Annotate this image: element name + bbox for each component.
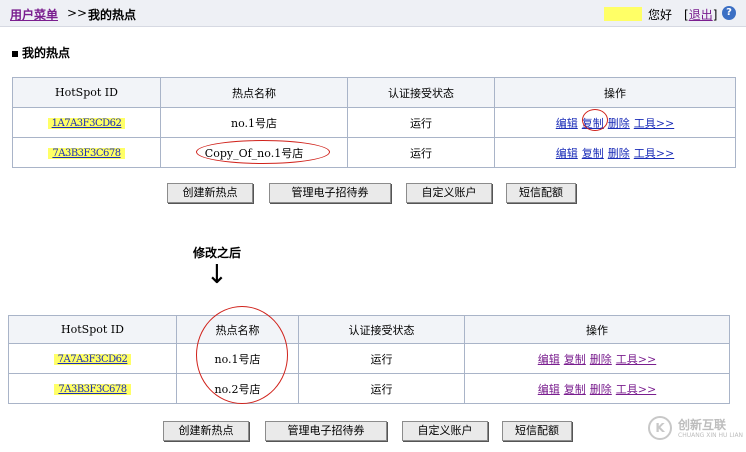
sms-quota-button[interactable]: 短信配额 [502,421,572,441]
username-highlight [604,7,642,21]
table-row: 7A3B3F3C678 Copy_Of_no.1号店 运行 编辑 复制 删除 工具>> [12,137,736,168]
column-header-actions: 操作 [464,315,730,344]
edit-link[interactable]: 编辑 [538,353,560,366]
column-header-status: 认证接受状态 [347,77,495,108]
column-header-id: HotSpot ID [12,77,161,108]
top-bar: 用户菜单 >> 我的热点 您好 [退出] ? [0,0,746,27]
breadcrumb-user-menu-link[interactable]: 用户菜单 [10,6,58,23]
tools-link[interactable]: 工具>> [616,383,656,396]
bullet-square-icon [12,50,18,57]
column-header-actions: 操作 [494,77,736,108]
delete-link[interactable]: 删除 [608,147,630,160]
logout-wrapper: [退出] [684,8,718,22]
edit-link[interactable]: 编辑 [556,117,578,130]
watermark-text: 创新互联 [678,418,727,432]
row-actions: 编辑 复制 删除 工具>> [464,343,730,374]
tools-link[interactable]: 工具>> [634,147,674,160]
breadcrumb-separator: >> [67,6,88,20]
edit-link[interactable]: 编辑 [556,147,578,160]
logout-link[interactable]: 退出 [689,8,713,22]
edit-link[interactable]: 编辑 [538,383,560,396]
custom-accounts-button[interactable]: 自定义账户 [406,183,492,203]
watermark: K 创新互联 CHUANG XIN HU LIAN [648,410,744,448]
row-actions: 编辑 复制 删除 工具>> [494,107,736,138]
greeting-text: 您好 [648,8,673,22]
row-actions: 编辑 复制 删除 工具>> [494,137,736,168]
copy-link-annotation-circle [582,109,608,131]
hotspot-name: no.1号店 [160,107,348,138]
hotspot-id-link[interactable]: 1A7A3F3CD62 [47,118,126,129]
tools-link[interactable]: 工具>> [634,117,674,130]
column-header-id: HotSpot ID [8,315,177,344]
delete-link[interactable]: 删除 [590,383,612,396]
sms-quota-button[interactable]: 短信配额 [506,183,576,203]
delete-link[interactable]: 删除 [590,353,612,366]
tools-link[interactable]: 工具>> [616,353,656,366]
after-modification-label: 修改之后 [193,246,242,260]
copy-link[interactable]: 复制 [564,383,586,396]
hotspot-id-link[interactable]: 7A3B3F3C678 [48,148,125,159]
watermark-subtext: CHUANG XIN HU LIAN [678,432,744,439]
row-actions: 编辑 复制 删除 工具>> [464,373,730,404]
hotspot-status: 运行 [347,137,495,168]
hotspot-table-before: HotSpot ID 热点名称 认证接受状态 操作 1A7A3F3CD62 no… [12,77,736,168]
table-row: 7A3B3F3C678 no.2号店 运行 编辑 复制 删除 工具>> [8,373,730,404]
copied-name-annotation-ellipse [196,140,330,164]
renamed-names-annotation-ellipse [196,306,288,404]
copy-link[interactable]: 复制 [582,147,604,160]
custom-accounts-button[interactable]: 自定义账户 [402,421,488,441]
column-header-status: 认证接受状态 [298,315,465,344]
page-title: 我的热点 [12,44,70,61]
hotspot-status: 运行 [347,107,495,138]
table-row: 7A7A3F3CD62 no.1号店 运行 编辑 复制 删除 工具>> [8,343,730,374]
breadcrumb-current: 我的热点 [88,8,137,22]
button-row-after: 创建新热点 管理电子招待券 自定义账户 短信配额 [0,421,746,443]
hotspot-status: 运行 [298,343,465,374]
copy-link[interactable]: 复制 [564,353,586,366]
help-icon[interactable]: ? [722,6,736,20]
hotspot-id-link[interactable]: 7A3B3F3C678 [54,384,131,395]
brand-logo-icon: K [648,416,672,440]
manage-coupons-button[interactable]: 管理电子招待券 [265,421,387,441]
table-row: 1A7A3F3CD62 no.1号店 运行 编辑 复制 删除 工具>> [12,107,736,138]
down-arrow-icon: ↓ [206,260,228,290]
manage-coupons-button[interactable]: 管理电子招待券 [269,183,391,203]
create-hotspot-button[interactable]: 创建新热点 [167,183,253,203]
column-header-name: 热点名称 [160,77,348,108]
hotspot-id-link[interactable]: 7A7A3F3CD62 [53,354,132,365]
button-row-before: 创建新热点 管理电子招待券 自定义账户 短信配额 [0,183,746,205]
create-hotspot-button[interactable]: 创建新热点 [163,421,249,441]
hotspot-status: 运行 [298,373,465,404]
hotspot-table-after: HotSpot ID 热点名称 认证接受状态 操作 7A7A3F3CD62 no… [8,315,730,404]
delete-link[interactable]: 删除 [608,117,630,130]
